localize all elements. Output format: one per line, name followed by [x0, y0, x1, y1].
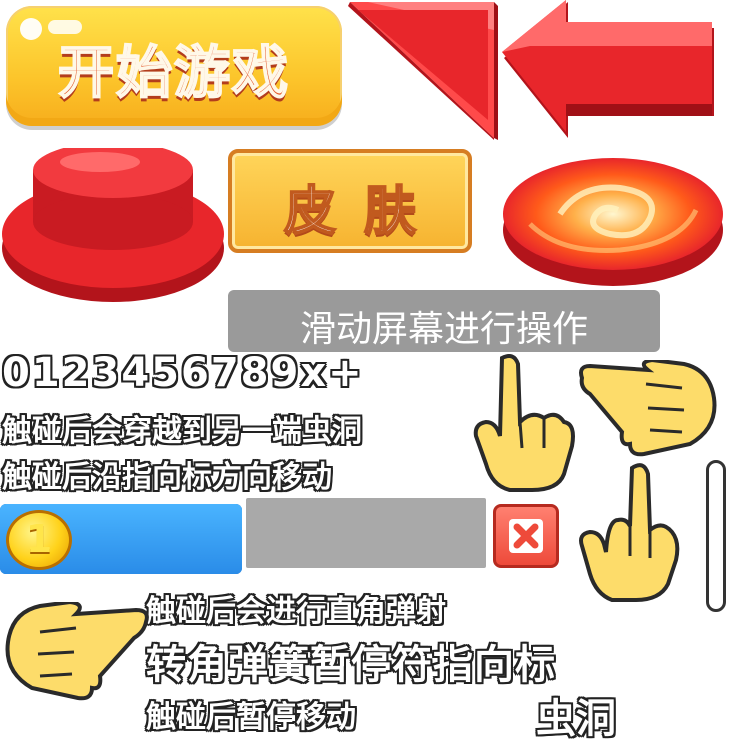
- skin-button[interactable]: 皮肤: [228, 149, 472, 253]
- start-button-label: 开始游戏: [57, 40, 290, 107]
- slide-instruction-banner: 滑动屏幕进行操作: [228, 290, 660, 352]
- pointing-hand-down-icon: [472, 352, 578, 494]
- pause-hint: 触碰后暂停移动: [146, 700, 356, 735]
- close-icon: [509, 519, 543, 553]
- close-button[interactable]: [493, 504, 559, 568]
- arrow-direction-hint: 触碰后沿指向标方向移动: [2, 460, 332, 495]
- item-names-row: 转角弹簧暂停符指向标: [146, 642, 556, 688]
- wormhole-label: 虫洞: [536, 696, 616, 742]
- right-angle-hint: 触碰后会进行直角弹射: [146, 594, 446, 629]
- skin-button-label: 皮肤: [283, 181, 444, 243]
- scrollbar-track[interactable]: [706, 460, 726, 612]
- red-arrow-left-icon: [500, 0, 720, 142]
- empty-bar: [246, 498, 486, 568]
- red-wedge-arrow-icon: [348, 0, 500, 142]
- wormhole-hint: 触碰后会穿越到另一端虫洞: [2, 414, 362, 449]
- pointing-hand-up-icon: [578, 460, 684, 602]
- red-pressure-pad-icon: [0, 148, 228, 308]
- pointing-hand-left-icon: [578, 360, 720, 460]
- coin-count: 1: [25, 517, 53, 561]
- wormhole-pad-icon: [500, 144, 726, 290]
- slide-instruction-text: 滑动屏幕进行操作: [299, 309, 588, 350]
- coin-progress-bar: 1: [0, 500, 242, 576]
- pointing-hand-right-icon: [0, 602, 150, 706]
- digit-glyphs: 0123456789x+: [2, 350, 364, 396]
- coin-icon: 1: [6, 510, 72, 570]
- start-game-button[interactable]: 开始游戏: [6, 6, 342, 130]
